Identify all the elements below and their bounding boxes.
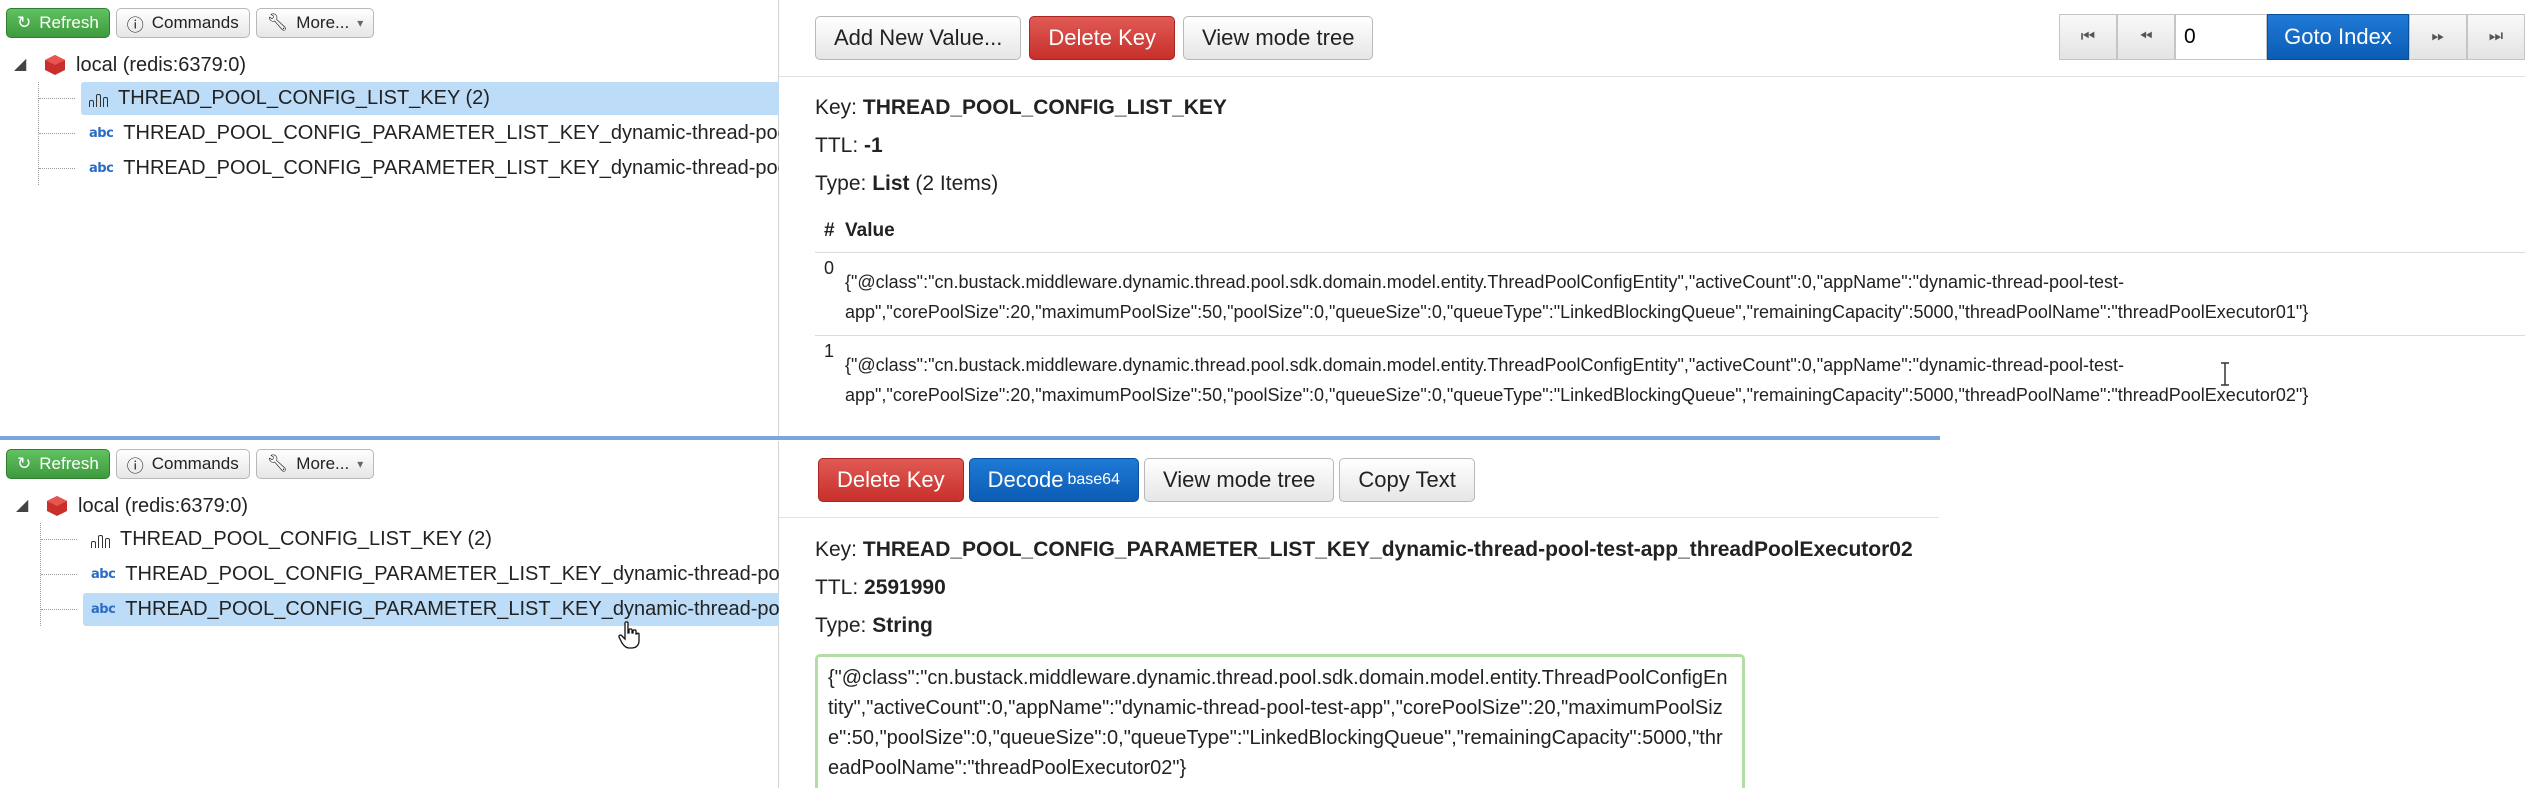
value-table: # Value 0 {"@class":"cn.bustack.middlewa… <box>815 210 2525 418</box>
delete-key-button[interactable]: Delete Key <box>818 458 964 502</box>
tree-root-connection[interactable]: ◢ local (redis:6379:0) <box>16 491 799 521</box>
string-type-icon: abc <box>89 161 114 176</box>
key-tree: ◢ local (redis:6379:0) THREAD_POOL_CONFI… <box>16 491 799 628</box>
sidebar-toolbar: ↻ Refresh ⓘ Commands 🔧︎ More... ▾ <box>6 449 375 479</box>
key-name: THREAD_POOL_CONFIG_PARAMETER_LIST_KEY_dy… <box>862 538 1913 561</box>
collapse-icon[interactable]: ◢ <box>14 54 26 74</box>
decode-base64-button[interactable]: Decode base64 <box>968 458 1139 502</box>
commands-button[interactable]: ⓘ Commands <box>115 449 250 479</box>
separator <box>779 76 2525 77</box>
value-viewer: Add New Value... Delete Key View mode tr… <box>779 0 2525 437</box>
list-type-icon <box>89 91 108 107</box>
next-page-icon[interactable]: ⏩︎ <box>2409 14 2467 60</box>
chevron-down-icon: ▾ <box>357 16 364 30</box>
pagination: ⏮︎ ⏪︎ Goto Index ⏩︎ ⏭︎ <box>2059 14 2525 60</box>
tree-children: THREAD_POOL_CONFIG_LIST_KEY (2) abc THRE… <box>38 82 797 185</box>
separator <box>779 517 1939 518</box>
delete-key-button[interactable]: Delete Key <box>1029 16 1175 60</box>
column-header-value: Value <box>845 220 895 241</box>
ttl-value: 2591990 <box>864 576 946 599</box>
previous-page-icon[interactable]: ⏪︎ <box>2117 14 2175 60</box>
table-header: # Value <box>815 210 2525 252</box>
refresh-icon: ↻ <box>17 13 32 32</box>
wrench-icon: 🔧︎ <box>266 13 289 32</box>
key-line: Key: THREAD_POOL_CONFIG_LIST_KEY <box>815 96 1227 119</box>
hand-cursor-icon <box>618 621 640 649</box>
more-button[interactable]: 🔧︎ More... ▾ <box>255 449 375 479</box>
view-mode-tree-button[interactable]: View mode tree <box>1143 458 1335 502</box>
string-type-icon: abc <box>91 602 116 617</box>
first-page-icon[interactable]: ⏮︎ <box>2059 14 2117 60</box>
last-page-icon[interactable]: ⏭︎ <box>2467 14 2525 60</box>
sidebar-toolbar: ↻ Refresh ⓘ Commands 🔧︎ More... ▾ <box>6 8 375 38</box>
row-index: 0 <box>824 258 835 278</box>
commands-button[interactable]: ⓘ Commands <box>115 8 250 38</box>
view-mode-tree-button[interactable]: View mode tree <box>1182 16 1374 60</box>
tree-root-connection[interactable]: ◢ local (redis:6379:0) <box>14 50 797 80</box>
more-button[interactable]: 🔧︎ More... ▾ <box>255 8 375 38</box>
value-viewer: Delete Key Decode base64 View mode tree … <box>779 441 2525 788</box>
key-line: Key: THREAD_POOL_CONFIG_PARAMETER_LIST_K… <box>815 538 1913 561</box>
info-icon: ⓘ <box>126 456 144 476</box>
key-tree: ◢ local (redis:6379:0) THREAD_POOL_CONFI… <box>14 50 797 187</box>
row-index: 1 <box>824 341 835 361</box>
item-count: (2 Items) <box>915 172 999 195</box>
list-type-icon <box>91 532 110 548</box>
wrench-icon: 🔧︎ <box>266 454 289 473</box>
ttl-line: TTL: -1 <box>815 134 883 157</box>
value-actions: Delete Key Decode base64 View mode tree … <box>818 458 1475 502</box>
string-type-icon: abc <box>91 567 116 582</box>
string-value-editor[interactable]: {"@class":"cn.bustack.middleware.dynamic… <box>815 654 1745 788</box>
string-type-icon: abc <box>89 126 114 141</box>
type-value: List <box>872 172 910 195</box>
tree-item-string-key[interactable]: abc THREAD_POOL_CONFIG_PARAMETER_LIST_KE… <box>41 593 799 626</box>
tree-item-string-key[interactable]: abc THREAD_POOL_CONFIG_PARAMETER_LIST_KE… <box>41 558 799 591</box>
key-name: THREAD_POOL_CONFIG_LIST_KEY <box>862 96 1227 119</box>
type-line: Type: String <box>815 614 933 637</box>
ttl-line: TTL: 2591990 <box>815 576 946 599</box>
refresh-button[interactable]: ↻ Refresh <box>6 449 110 479</box>
collapse-icon[interactable]: ◢ <box>16 495 28 515</box>
refresh-button[interactable]: ↻ Refresh <box>6 8 110 38</box>
window-divider <box>0 436 1940 440</box>
type-value: String <box>872 614 933 637</box>
index-input[interactable] <box>2175 14 2267 60</box>
tree-item-string-key[interactable]: abc THREAD_POOL_CONFIG_PARAMETER_LIST_KE… <box>39 152 797 185</box>
row-value: {"@class":"cn.bustack.middleware.dynamic… <box>845 355 2309 405</box>
copy-text-button[interactable]: Copy Text <box>1339 458 1475 502</box>
keys-sidebar: ↻ Refresh ⓘ Commands 🔧︎ More... ▾ ◢ loca… <box>0 0 797 437</box>
tree-children: THREAD_POOL_CONFIG_LIST_KEY (2) abc THRE… <box>40 523 799 626</box>
chevron-down-icon: ▾ <box>357 457 364 471</box>
add-new-value-button[interactable]: Add New Value... <box>815 16 1022 60</box>
table-row[interactable]: 1 {"@class":"cn.bustack.middleware.dynam… <box>815 335 2525 418</box>
ttl-value: -1 <box>864 134 883 157</box>
bottom-window: ↻ Refresh ⓘ Commands 🔧︎ More... ▾ ◢ loca… <box>0 441 2525 788</box>
text-cursor-icon <box>2221 362 2229 386</box>
column-header-index: # <box>824 220 835 241</box>
tree-item-list-key[interactable]: THREAD_POOL_CONFIG_LIST_KEY (2) <box>39 82 797 115</box>
row-value: {"@class":"cn.bustack.middleware.dynamic… <box>845 272 2309 322</box>
tree-item-string-key[interactable]: abc THREAD_POOL_CONFIG_PARAMETER_LIST_KE… <box>39 117 797 150</box>
type-line: Type: List (2 Items) <box>815 172 999 195</box>
redis-database-icon <box>46 495 68 517</box>
redis-database-icon <box>44 54 66 76</box>
value-actions: Add New Value... Delete Key View mode tr… <box>815 16 1374 60</box>
table-row[interactable]: 0 {"@class":"cn.bustack.middleware.dynam… <box>815 252 2525 335</box>
info-icon: ⓘ <box>126 15 144 35</box>
top-window: ↻ Refresh ⓘ Commands 🔧︎ More... ▾ ◢ loca… <box>0 0 2525 437</box>
goto-index-button[interactable]: Goto Index <box>2267 14 2409 60</box>
tree-item-list-key[interactable]: THREAD_POOL_CONFIG_LIST_KEY (2) <box>41 523 799 556</box>
keys-sidebar: ↻ Refresh ⓘ Commands 🔧︎ More... ▾ ◢ loca… <box>0 441 799 788</box>
refresh-icon: ↻ <box>17 454 32 473</box>
